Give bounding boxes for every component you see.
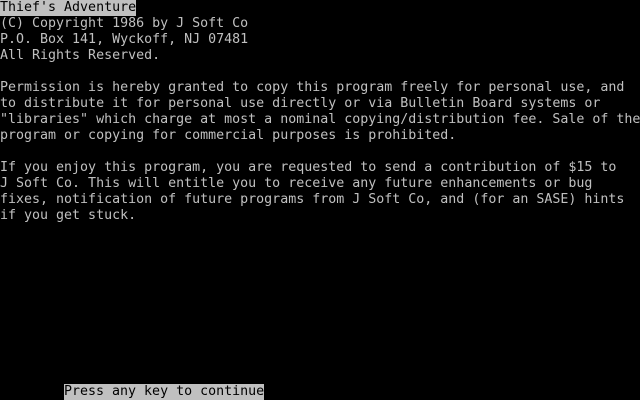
- contribution-text-line: J Soft Co. This will entitle you to rece…: [0, 176, 593, 191]
- program-title: Thief's Adventure: [0, 0, 137, 16]
- permission-text-line: program or copying for commercial purpos…: [0, 128, 457, 143]
- permission-text-line: to distribute it for personal use direct…: [0, 96, 601, 111]
- continue-prompt[interactable]: Press any key to continue: [64, 384, 265, 400]
- copyright-line: (C) Copyright 1986 by J Soft Co: [0, 16, 249, 31]
- permission-text-line: Permission is hereby granted to copy thi…: [0, 80, 625, 95]
- contribution-text-line: if you get stuck.: [0, 208, 137, 223]
- rights-line: All Rights Reserved.: [0, 48, 161, 63]
- dos-text-screen[interactable]: Thief's Adventure (C) Copyright 1986 by …: [0, 0, 640, 400]
- permission-text-line: "libraries" which charge at most a nomin…: [0, 112, 640, 127]
- address-line: P.O. Box 141, Wyckoff, NJ 07481: [0, 32, 249, 47]
- contribution-text-line: If you enjoy this program, you are reque…: [0, 160, 617, 175]
- contribution-text-line: fixes, notification of future programs f…: [0, 192, 625, 207]
